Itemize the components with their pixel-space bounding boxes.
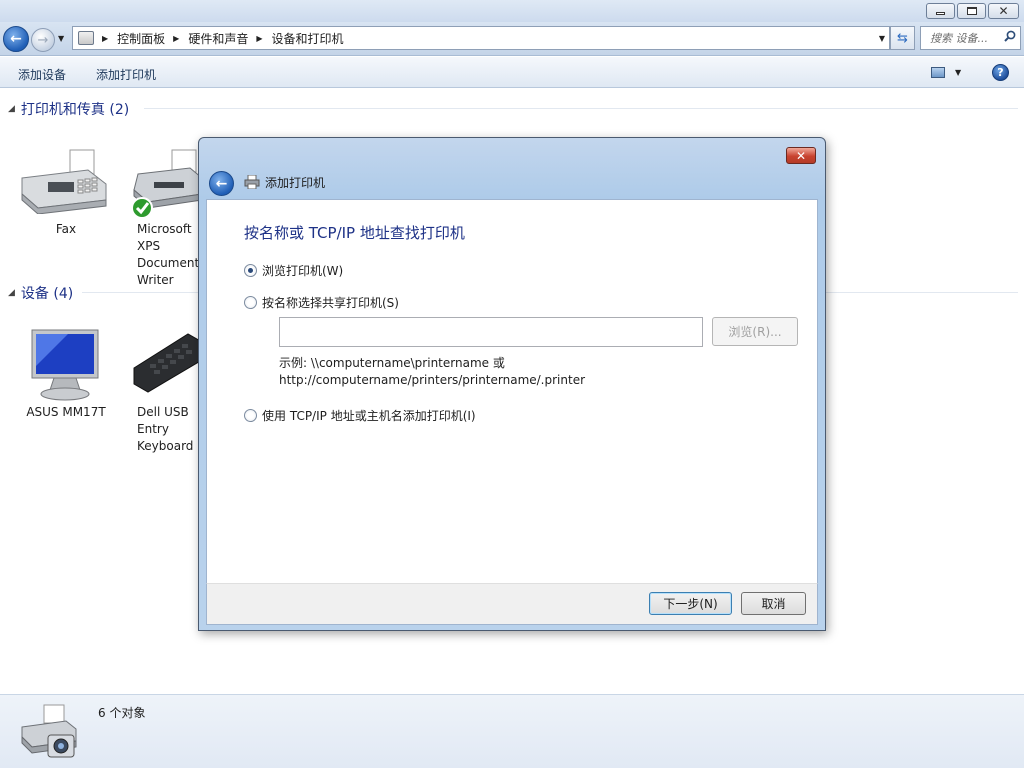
chevron-right-icon[interactable]: ▶ (102, 34, 108, 43)
change-view-icon[interactable] (931, 67, 945, 78)
example-text: 示例: \\computername\printername 或 http://… (279, 355, 585, 389)
monitor-icon[interactable] (28, 328, 100, 402)
printer-icon[interactable] (132, 148, 202, 220)
maximize-button[interactable] (957, 3, 986, 19)
chevron-right-icon[interactable]: ▶ (256, 34, 262, 43)
devices-group-title: 设备 (4) (20, 286, 74, 302)
dialog-footer: 下一步(N) 取消 (206, 583, 818, 625)
minimize-button[interactable] (926, 3, 955, 19)
device-label: ASUS MM17T (26, 405, 106, 419)
dialog-close-button[interactable]: ✕ (786, 147, 816, 164)
device-item-fax[interactable]: Fax (18, 221, 114, 238)
refresh-icon: ⇆ (897, 30, 908, 46)
option-tcpip-address[interactable]: 使用 TCP/IP 地址或主机名添加打印机(I) (244, 407, 476, 424)
shared-printer-name-input[interactable] (279, 317, 703, 347)
forward-button[interactable]: → (31, 28, 55, 52)
radio-button[interactable] (244, 409, 257, 422)
option-select-shared-printer[interactable]: 按名称选择共享打印机(S) (244, 294, 399, 311)
chevron-right-icon[interactable]: ▶ (173, 34, 179, 43)
object-count: 6 个对象 (98, 706, 146, 720)
collapse-triangle-icon[interactable]: ◢ (8, 288, 15, 298)
search-input[interactable]: 搜索 设备... (920, 26, 1021, 50)
collapse-triangle-icon[interactable]: ◢ (8, 104, 15, 114)
option-label: 使用 TCP/IP 地址或主机名添加打印机(I) (262, 409, 476, 423)
minimize-icon (936, 12, 945, 15)
view-dropdown-icon[interactable]: ▼ (955, 68, 961, 77)
printers-group-title: 打印机和传真 (2) (20, 102, 130, 118)
maximize-icon (966, 7, 977, 15)
fax-icon[interactable] (18, 148, 110, 214)
back-arrow-icon: ← (10, 31, 22, 47)
add-device-button[interactable]: 添加设备 (18, 66, 66, 83)
breadcrumb-devices-printers[interactable]: 设备和打印机 (272, 30, 344, 47)
printers-group-header[interactable]: ◢ 打印机和传真 (2) (8, 99, 129, 119)
close-icon: ✕ (795, 148, 807, 163)
help-icon[interactable]: ? (992, 64, 1009, 81)
dialog-heading: 按名称或 TCP/IP 地址查找打印机 (244, 224, 465, 242)
cancel-button[interactable]: 取消 (741, 592, 806, 615)
devices-printers-icon (21, 704, 77, 758)
close-icon: ✕ (998, 4, 1009, 18)
dialog-back-button[interactable]: ← (209, 171, 234, 196)
device-item-dell-keyboard[interactable]: Dell USB Entry Keyboard (128, 404, 198, 455)
refresh-button[interactable]: ⇆ (890, 26, 915, 50)
close-window-button[interactable]: ✕ (988, 3, 1019, 19)
option-browse-printers[interactable]: 浏览打印机(W) (244, 262, 343, 279)
option-label: 浏览打印机(W) (262, 264, 344, 278)
device-label: Microsoft XPS Document Writer (137, 222, 198, 287)
address-dropdown-icon[interactable]: ▼ (879, 34, 885, 43)
back-button[interactable]: ← (3, 26, 29, 52)
device-label: Fax (55, 222, 77, 236)
recent-pages-dropdown-icon[interactable]: ▼ (58, 34, 64, 43)
device-label: Dell USB Entry Keyboard (137, 405, 194, 453)
dialog-body: 按名称或 TCP/IP 地址查找打印机 浏览打印机(W) 按名称选择共享打印机(… (206, 199, 818, 583)
back-arrow-icon: ← (215, 175, 228, 192)
add-printer-dialog: ✕ ← 添加打印机 按名称或 TCP/IP 地址查找打印机 浏览打印机(W) 按… (198, 137, 826, 631)
add-printer-button[interactable]: 添加打印机 (96, 66, 156, 83)
breadcrumb-hardware-sound[interactable]: 硬件和声音 (188, 30, 248, 47)
search-icon[interactable] (1004, 30, 1016, 42)
option-label: 按名称选择共享打印机(S) (262, 296, 399, 310)
radio-button[interactable] (244, 296, 257, 309)
keyboard-icon[interactable] (132, 330, 202, 394)
devices-group-header[interactable]: ◢ 设备 (4) (8, 283, 73, 303)
example-line: 示例: \\computername\printername 或 (279, 356, 505, 370)
control-panel-icon (78, 31, 94, 45)
navigation-bar: ← → ▼ ▶ 控制面板 ▶ 硬件和声音 ▶ 设备和打印机 ▼ ⇆ 搜索 设备.… (0, 22, 1024, 56)
browse-button[interactable]: 浏览(R)... (712, 317, 798, 346)
details-pane: 6 个对象 (0, 694, 1024, 768)
title-bar: ✕ (0, 0, 1024, 22)
search-placeholder: 搜索 设备... (930, 32, 988, 45)
dialog-title: 添加打印机 (265, 176, 326, 190)
device-item-asus-monitor[interactable]: ASUS MM17T (18, 404, 114, 421)
next-button[interactable]: 下一步(N) (649, 592, 732, 615)
radio-button[interactable] (244, 264, 257, 277)
group-divider (144, 108, 1018, 109)
breadcrumb-control-panel[interactable]: 控制面板 (117, 30, 165, 47)
address-bar[interactable]: ▶ 控制面板 ▶ 硬件和声音 ▶ 设备和打印机 ▼ (72, 26, 890, 50)
command-bar: 添加设备 添加打印机 ▼ ? (0, 57, 1024, 88)
forward-arrow-icon: → (37, 32, 49, 48)
example-line: http://computername/printers/printername… (279, 373, 586, 387)
device-item-xps-writer[interactable]: Microsoft XPS Document Writer (128, 221, 198, 289)
printer-icon (244, 175, 260, 189)
